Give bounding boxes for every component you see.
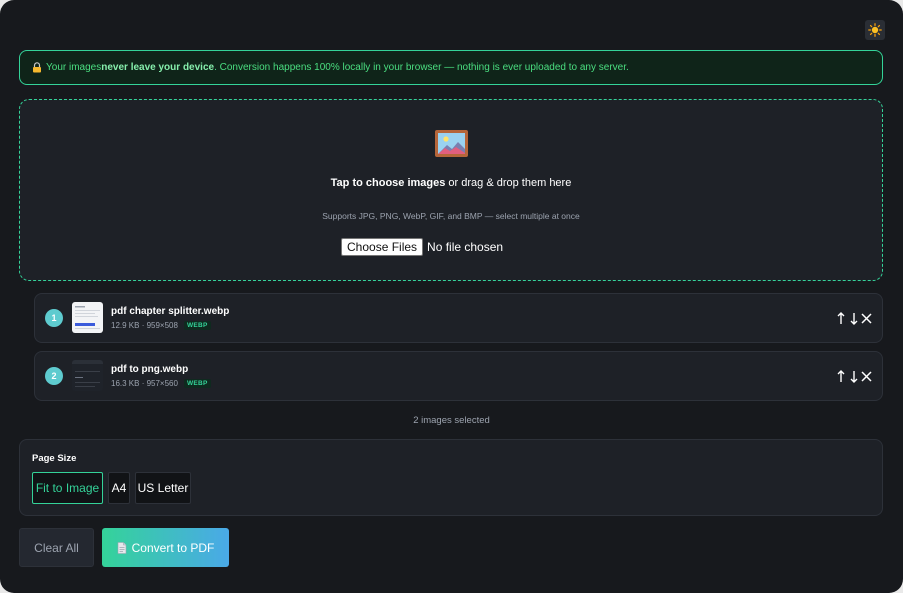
- framed-picture-icon: [435, 130, 468, 162]
- page-size-option-fit-to-image[interactable]: Fit to Image: [32, 472, 103, 504]
- dropzone-hint: Supports JPG, PNG, WebP, GIF, and BMP — …: [322, 211, 580, 221]
- no-file-label: No file chosen: [427, 240, 504, 254]
- dropzone-title-rest: or drag & drop them here: [445, 177, 572, 189]
- clear-all-button[interactable]: Clear All: [19, 528, 94, 567]
- file-thumbnail: [72, 302, 103, 333]
- privacy-notice: Your images never leave your device . Co…: [19, 50, 883, 85]
- arrow-up-icon: [837, 369, 844, 382]
- sun-icon: [868, 23, 882, 37]
- convert-to-pdf-button[interactable]: Convert to PDF: [102, 528, 229, 567]
- privacy-text-suffix: . Conversion happens 100% locally in you…: [214, 62, 629, 73]
- file-meta: 16.3 KB · 957×560 WEBP: [111, 379, 211, 388]
- dropzone-title: Tap to choose images or drag & drop them…: [20, 177, 882, 189]
- selection-count: 2 images selected: [413, 415, 490, 426]
- privacy-text-prefix: Your images: [46, 62, 102, 73]
- file-name: pdf chapter splitter.webp: [111, 306, 230, 317]
- page-size-label: Page Size: [32, 453, 77, 464]
- move-up-button[interactable]: [835, 368, 846, 384]
- choose-files-button[interactable]: Choose Files: [341, 238, 424, 256]
- file-size-dimensions: 12.9 KB · 959×508: [111, 321, 178, 330]
- lock-icon: [32, 62, 42, 73]
- file-item[interactable]: 1 pdf chapter splitter.webp 12.9 KB · 95…: [34, 293, 883, 343]
- move-down-button[interactable]: [848, 368, 859, 384]
- file-size-dimensions: 16.3 KB · 957×560: [111, 379, 178, 388]
- file-index-badge: 1: [45, 309, 63, 327]
- remove-file-button[interactable]: [861, 368, 872, 384]
- close-icon: [861, 370, 872, 382]
- file-input[interactable]: Choose Files No file chosen: [341, 238, 503, 256]
- format-badge: WEBP: [183, 379, 211, 388]
- file-controls: [835, 310, 872, 326]
- page-size-option-a4[interactable]: A4: [108, 472, 130, 504]
- move-down-button[interactable]: [848, 310, 859, 326]
- format-badge: WEBP: [183, 321, 211, 330]
- arrow-up-icon: [837, 311, 844, 324]
- file-name: pdf to png.webp: [111, 364, 189, 375]
- convert-label: Convert to PDF: [131, 540, 215, 555]
- file-item[interactable]: 2 pdf to png.webp 16.3 KB · 957×560 WEBP: [34, 351, 883, 401]
- move-up-button[interactable]: [835, 310, 846, 326]
- privacy-text-emphasis: never leave your device: [101, 62, 215, 73]
- page-size-option-us-letter[interactable]: US Letter: [135, 472, 191, 504]
- file-controls: [835, 368, 872, 384]
- remove-file-button[interactable]: [861, 310, 872, 326]
- app-window: Your images never leave your device . Co…: [0, 0, 903, 593]
- close-icon: [861, 312, 872, 324]
- file-thumbnail: [72, 360, 103, 391]
- dropzone[interactable]: Tap to choose images or drag & drop them…: [19, 99, 883, 281]
- arrow-down-icon: [850, 312, 857, 325]
- arrow-down-icon: [850, 370, 857, 383]
- file-index-badge: 2: [45, 367, 63, 385]
- page-size-panel: Page Size Fit to Image A4 US Letter: [19, 439, 883, 516]
- dropzone-title-bold: Tap to choose images: [330, 177, 446, 189]
- file-meta: 12.9 KB · 959×508 WEBP: [111, 321, 211, 330]
- theme-toggle-button[interactable]: [865, 20, 885, 40]
- document-icon: [117, 541, 126, 554]
